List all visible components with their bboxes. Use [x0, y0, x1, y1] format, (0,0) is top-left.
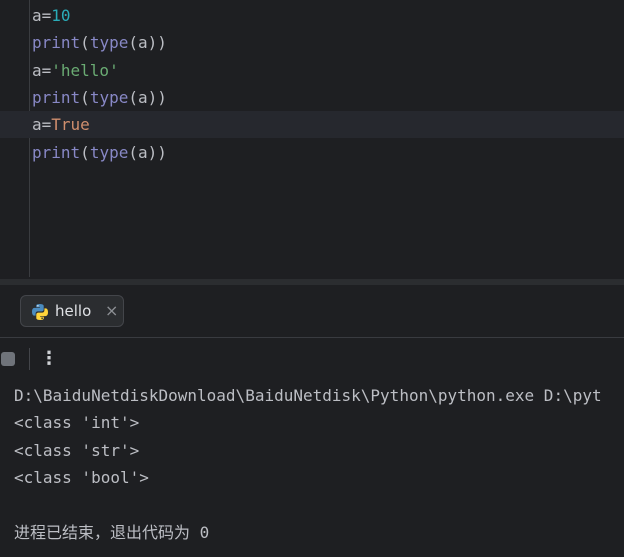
code-line[interactable]: print(type(a)): [0, 84, 624, 111]
code-token: (: [80, 143, 90, 162]
console-line-output: <class 'bool'>: [14, 468, 149, 487]
code-token: a=: [32, 61, 52, 80]
code-token: print: [32, 33, 81, 52]
code-token: a=: [32, 115, 52, 134]
code-token: type: [89, 143, 129, 162]
code-line[interactable]: a='hello': [0, 57, 624, 84]
code-token: print: [32, 88, 81, 107]
code-editor[interactable]: a=10 print(type(a)) a='hello' print(type(a)…: [0, 0, 624, 279]
code-token: type: [89, 88, 129, 107]
code-text: a=True: [32, 111, 90, 138]
run-tab-label: hello: [55, 302, 92, 320]
console-line-command: D:\BaiduNetdiskDownload\BaiduNetdisk\Pyt…: [14, 386, 602, 405]
console-line-output: <class 'int'>: [14, 413, 140, 432]
code-token: 'hello': [51, 61, 119, 80]
code-text: a=10: [32, 2, 71, 29]
close-icon[interactable]: ×: [105, 296, 118, 326]
toolbar-divider: [29, 348, 30, 370]
code-token: (a)): [128, 88, 167, 107]
code-text: print(type(a)): [32, 29, 167, 56]
python-icon: [31, 303, 49, 321]
code-token: (a)): [128, 33, 167, 52]
code-token: type: [89, 33, 129, 52]
run-tab-hello[interactable]: hello ×: [20, 295, 124, 327]
run-tool-window-header: hello ×: [0, 285, 624, 338]
code-line[interactable]: a=True: [0, 111, 624, 138]
console-line-output: <class 'str'>: [14, 441, 140, 460]
code-token: a=: [32, 6, 52, 25]
console-output[interactable]: D:\BaiduNetdiskDownload\BaiduNetdisk\Pyt…: [0, 380, 624, 557]
console-line-exit-status: 进程已结束，退出代码为 0: [14, 523, 210, 542]
code-text: a='hello': [32, 57, 119, 84]
code-token: (: [80, 33, 90, 52]
code-line[interactable]: a=10: [0, 2, 624, 29]
more-options-icon[interactable]: ⋮: [40, 346, 58, 372]
code-token: (a)): [128, 143, 167, 162]
code-token: print: [32, 143, 81, 162]
code-token: (: [80, 88, 90, 107]
code-token: 10: [51, 6, 71, 25]
code-text: print(type(a)): [32, 84, 167, 111]
stop-icon[interactable]: [1, 352, 15, 366]
code-text: print(type(a)): [32, 139, 167, 166]
run-toolbar: ⋮: [0, 338, 624, 380]
code-line[interactable]: print(type(a)): [0, 29, 624, 56]
code-token: True: [51, 115, 90, 134]
code-line[interactable]: print(type(a)): [0, 139, 624, 166]
